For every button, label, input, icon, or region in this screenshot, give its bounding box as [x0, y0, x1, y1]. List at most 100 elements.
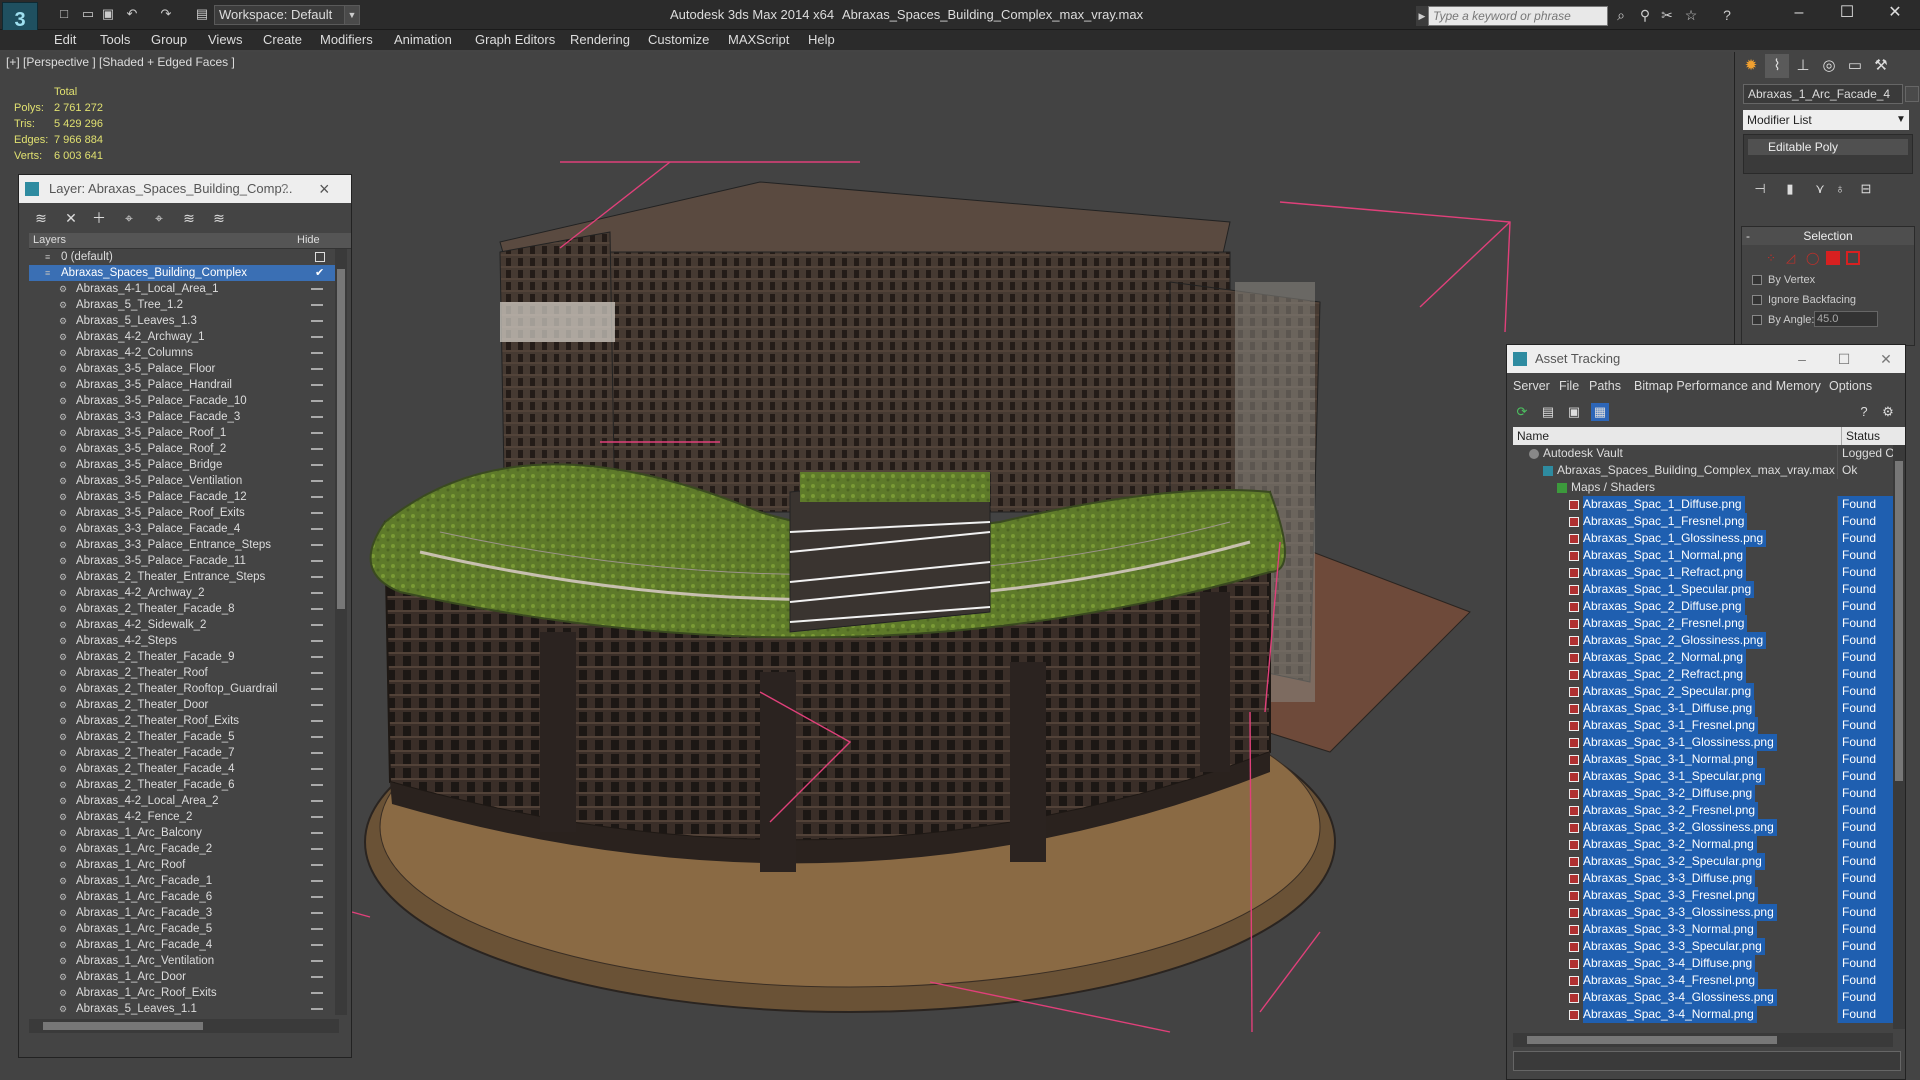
- redo-icon[interactable]: ↷: [158, 6, 174, 22]
- asset-row[interactable]: Abraxas_Spac_3-2_Specular.png Found: [1513, 853, 1893, 870]
- search-expand-icon[interactable]: ▶: [1416, 6, 1428, 26]
- layer-row[interactable]: ⚙ Abraxas_2_Theater_Facade_6: [29, 777, 335, 793]
- save-icon[interactable]: ▣: [100, 6, 116, 22]
- favorites-star-icon[interactable]: ☆: [1682, 6, 1700, 24]
- layer-row[interactable]: ⚙ Abraxas_1_Arc_Balcony: [29, 825, 335, 841]
- hide-toggle[interactable]: [311, 288, 323, 290]
- layer-row[interactable]: ⚙ Abraxas_4-2_Sidewalk_2: [29, 617, 335, 633]
- object-color-swatch[interactable]: [1905, 86, 1919, 102]
- hide-toggle[interactable]: [311, 576, 323, 578]
- modify-tab-icon[interactable]: ⌇: [1765, 54, 1789, 78]
- menu-edit[interactable]: Edit: [54, 32, 76, 47]
- menu-group[interactable]: Group: [151, 32, 187, 47]
- menu-options[interactable]: Options: [1829, 379, 1872, 393]
- hide-toggle[interactable]: [311, 912, 323, 914]
- asset-list-hscrollbar[interactable]: [1513, 1033, 1893, 1047]
- layer-row[interactable]: ⚙ Abraxas_4-2_Columns: [29, 345, 335, 361]
- layer-row[interactable]: ⚙ Abraxas_4-2_Archway_2: [29, 585, 335, 601]
- menu-help[interactable]: Help: [808, 32, 835, 47]
- asset-row[interactable]: Abraxas_Spac_1_Fresnel.png Found: [1513, 513, 1893, 530]
- asset-row[interactable]: Abraxas_Spac_3-2_Normal.png Found: [1513, 836, 1893, 853]
- layer-row[interactable]: ⚙ Abraxas_5_Leaves_1.3: [29, 313, 335, 329]
- hide-toggle[interactable]: [311, 592, 323, 594]
- make-unique-icon[interactable]: ⋎: [1811, 180, 1829, 198]
- layer-row[interactable]: ⚙ Abraxas_3-5_Palace_Facade_12: [29, 489, 335, 505]
- hide-toggle[interactable]: [311, 864, 323, 866]
- hide-toggle[interactable]: [311, 672, 323, 674]
- workspace-dropdown[interactable]: Workspace: Default: [214, 5, 360, 25]
- menu-rendering[interactable]: Rendering: [570, 32, 630, 47]
- hide-toggle[interactable]: [311, 880, 323, 882]
- hide-toggle[interactable]: [311, 480, 323, 482]
- layer-row[interactable]: ⚙ Abraxas_1_Arc_Facade_3: [29, 905, 335, 921]
- menu-graph-editors[interactable]: Graph Editors: [475, 32, 555, 47]
- hide-toggle[interactable]: [311, 656, 323, 658]
- layer-list-scrollbar[interactable]: [335, 249, 347, 1015]
- minimize-icon[interactable]: –: [1787, 345, 1817, 373]
- hide-toggle[interactable]: [311, 464, 323, 466]
- layer-row[interactable]: ⚙ Abraxas_3-5_Palace_Roof_1: [29, 425, 335, 441]
- menu-modifiers[interactable]: Modifiers: [320, 32, 373, 47]
- layer-row[interactable]: ⚙ Abraxas_3-5_Palace_Bridge: [29, 457, 335, 473]
- hide-toggle[interactable]: [315, 252, 325, 262]
- hide-toggle[interactable]: [311, 848, 323, 850]
- modifier-list-dropdown[interactable]: Modifier List: [1743, 110, 1909, 130]
- stack-item-editable-poly[interactable]: Editable Poly: [1748, 139, 1908, 155]
- layer-row[interactable]: ⚙ Abraxas_2_Theater_Rooftop_Guardrail: [29, 681, 335, 697]
- pin-stack-icon[interactable]: ⊣: [1751, 180, 1769, 198]
- utilities-tab-icon[interactable]: ⚒: [1869, 54, 1893, 78]
- communication-icon[interactable]: ✂: [1658, 6, 1676, 24]
- layer-row[interactable]: ⚙ Abraxas_1_Arc_Roof: [29, 857, 335, 873]
- hide-toggle[interactable]: [311, 416, 323, 418]
- menu-tools[interactable]: Tools: [100, 32, 130, 47]
- hide-toggle[interactable]: [311, 448, 323, 450]
- layer-row[interactable]: ⚙ Abraxas_3-3_Palace_Facade_4: [29, 521, 335, 537]
- object-name-field[interactable]: Abraxas_1_Arc_Facade_4: [1743, 84, 1903, 104]
- asset-row[interactable]: Abraxas_Spac_3-3_Specular.png Found: [1513, 938, 1893, 955]
- hide-toggle[interactable]: [311, 304, 323, 306]
- scrollbar-thumb[interactable]: [337, 269, 345, 609]
- asset-row[interactable]: Abraxas_Spac_1_Diffuse.png Found: [1513, 496, 1893, 513]
- asset-row[interactable]: Abraxas_Spac_3-2_Fresnel.png Found: [1513, 802, 1893, 819]
- select-objects-icon[interactable]: ⌖: [119, 209, 139, 227]
- hide-toggle[interactable]: [311, 512, 323, 514]
- asset-row[interactable]: Autodesk Vault Logged O: [1513, 445, 1893, 462]
- layer-row[interactable]: ⚙ Abraxas_1_Arc_Facade_4: [29, 937, 335, 953]
- create-layer-icon[interactable]: ≋: [31, 209, 51, 227]
- layer-row[interactable]: ⚙ Abraxas_1_Arc_Facade_5: [29, 921, 335, 937]
- layer-row[interactable]: ⚙ Abraxas_3-5_Palace_Roof_2: [29, 441, 335, 457]
- layer-row[interactable]: ⚙ Abraxas_4-2_Fence_2: [29, 809, 335, 825]
- display-tab-icon[interactable]: ▭: [1843, 54, 1867, 78]
- hide-toggle[interactable]: [311, 896, 323, 898]
- border-mode-icon[interactable]: ◯: [1806, 251, 1820, 265]
- layer-row[interactable]: ⚙ Abraxas_3-5_Palace_Facade_10: [29, 393, 335, 409]
- column-layers[interactable]: Layers: [33, 234, 66, 246]
- binoculars-icon[interactable]: ⌕: [1612, 6, 1630, 24]
- asset-row[interactable]: Abraxas_Spac_3-4_Glossiness.png Found: [1513, 989, 1893, 1006]
- close-icon[interactable]: ✕: [1872, 0, 1918, 28]
- layer-row[interactable]: ⚙ Abraxas_4-1_Local_Area_1: [29, 281, 335, 297]
- asset-row[interactable]: Abraxas_Spac_1_Normal.png Found: [1513, 547, 1893, 564]
- hide-toggle[interactable]: [311, 320, 323, 322]
- layer-row[interactable]: ⚙ Abraxas_3-5_Palace_Roof_Exits: [29, 505, 335, 521]
- hierarchy-tab-icon[interactable]: ⊥: [1791, 54, 1815, 78]
- column-status[interactable]: Status: [1841, 427, 1903, 445]
- subscription-icon[interactable]: ⚲: [1636, 6, 1654, 24]
- layer-row[interactable]: ⚙ Abraxas_5_Tree_1.2: [29, 297, 335, 313]
- asset-list[interactable]: Autodesk Vault Logged O Abraxas_Spaces_Bui…: [1513, 445, 1893, 1029]
- checkbox-box[interactable]: [1752, 315, 1762, 326]
- layer-row[interactable]: ≡ Abraxas_Spaces_Building_Complex ✔: [29, 265, 335, 281]
- checkbox-box[interactable]: [1752, 275, 1762, 286]
- asset-row[interactable]: Abraxas_Spac_2_Specular.png Found: [1513, 683, 1893, 700]
- minimize-icon[interactable]: –: [1776, 0, 1822, 28]
- asset-row[interactable]: Abraxas_Spac_3-1_Fresnel.png Found: [1513, 717, 1893, 734]
- asset-row[interactable]: Abraxas_Spac_2_Diffuse.png Found: [1513, 598, 1893, 615]
- selection-rollout-title[interactable]: Selection: [1742, 227, 1914, 245]
- help-icon[interactable]: ?: [1718, 6, 1736, 24]
- hide-toggle[interactable]: [311, 976, 323, 978]
- layer-row[interactable]: ≡ 0 (default): [29, 249, 335, 265]
- asset-row[interactable]: Abraxas_Spac_2_Glossiness.png Found: [1513, 632, 1893, 649]
- hide-toggle[interactable]: [311, 384, 323, 386]
- create-tab-icon[interactable]: ✹: [1739, 54, 1763, 78]
- layer-row[interactable]: ⚙ Abraxas_1_Arc_Facade_6: [29, 889, 335, 905]
